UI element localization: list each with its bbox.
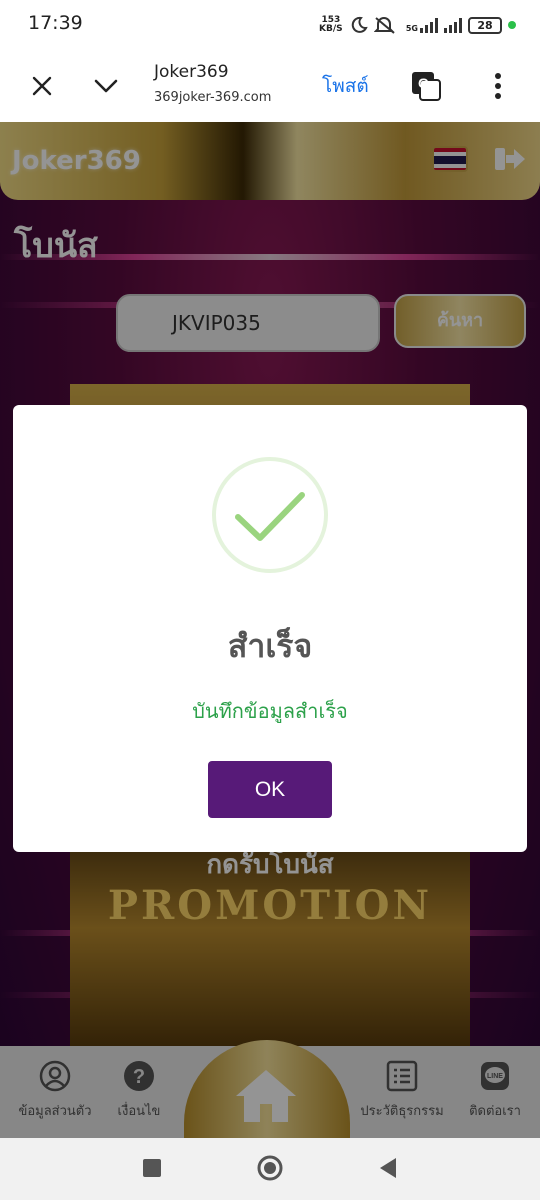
system-nav-bar xyxy=(0,1138,540,1200)
browser-url[interactable]: 369joker-369.com xyxy=(154,90,271,105)
svg-text:G: G xyxy=(418,75,429,91)
back-icon[interactable] xyxy=(378,1156,398,1180)
privacy-dot xyxy=(508,21,516,29)
network-type: 5G xyxy=(405,24,418,33)
ok-button[interactable]: OK xyxy=(208,761,332,818)
status-icons: 153 KB/S 5G 28 xyxy=(318,14,516,36)
battery-icon: 28 xyxy=(468,16,502,34)
network-speed: 153 KB/S xyxy=(318,16,344,34)
translate-icon[interactable]: G xyxy=(408,68,444,104)
moon-icon xyxy=(351,16,368,33)
close-icon[interactable] xyxy=(24,68,60,104)
dialog-message: บันทึกข้อมูลสำเร็จ xyxy=(192,699,348,723)
success-check-icon xyxy=(212,457,328,573)
more-menu-icon[interactable] xyxy=(480,68,516,104)
recent-apps-icon[interactable] xyxy=(142,1158,162,1178)
status-bar: 17:39 153 KB/S 5G 28 xyxy=(0,0,540,50)
post-button[interactable]: โพสต์ xyxy=(322,71,369,101)
status-time: 17:39 xyxy=(28,12,83,34)
home-nav-icon[interactable] xyxy=(256,1154,284,1182)
signal-icon-2 xyxy=(444,17,462,33)
signal-icon: 5G xyxy=(402,17,438,33)
browser-page-title: Joker369 xyxy=(154,62,229,82)
success-dialog: สำเร็จ บันทึกข้อมูลสำเร็จ OK xyxy=(13,405,527,852)
mute-icon xyxy=(373,17,395,34)
browser-toolbar: Joker369 369joker-369.com โพสต์ G xyxy=(0,50,540,122)
dialog-title: สำเร็จ xyxy=(227,627,313,665)
chevron-down-icon[interactable] xyxy=(88,68,124,104)
speed-unit: KB/S xyxy=(319,24,343,34)
